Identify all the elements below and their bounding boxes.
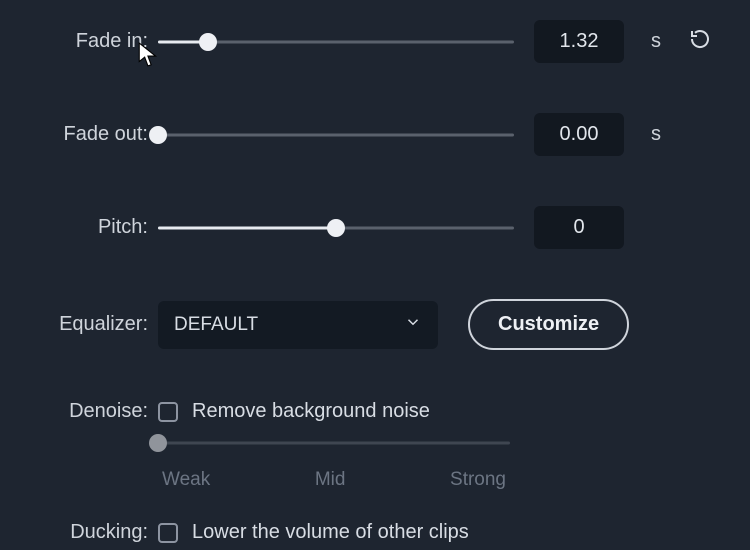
ducking-row: Ducking: Lower the volume of other clips	[0, 521, 720, 544]
tick-weak: Weak	[162, 469, 210, 491]
fade-in-label: Fade in:	[0, 30, 158, 53]
denoise-label: Denoise:	[0, 400, 158, 423]
denoise-checkbox[interactable]	[158, 402, 178, 422]
fade-out-thumb[interactable]	[149, 126, 167, 144]
pitch-thumb[interactable]	[327, 219, 345, 237]
audio-panel: Fade in: 1.32 s Fade out: 0.	[0, 0, 750, 544]
fade-in-value[interactable]: 1.32	[534, 20, 624, 63]
fade-in-slider-col: 1.32 s	[158, 20, 720, 63]
denoise-ticks: Weak Mid Strong	[158, 469, 510, 491]
ducking-checkbox-label: Lower the volume of other clips	[192, 521, 469, 544]
fade-out-slider[interactable]	[158, 125, 514, 145]
equalizer-row: Equalizer: DEFAULT Customize	[0, 299, 720, 350]
tick-mid: Mid	[315, 469, 346, 491]
equalizer-dropdown[interactable]: DEFAULT	[158, 301, 438, 349]
pitch-row: Pitch: 0	[0, 206, 720, 249]
denoise-strength: Weak Mid Strong	[158, 433, 510, 491]
fade-in-thumb[interactable]	[199, 33, 217, 51]
denoise-slider[interactable]	[158, 433, 510, 453]
fade-out-value[interactable]: 0.00	[534, 113, 624, 156]
ducking-checkbox[interactable]	[158, 523, 178, 543]
denoise-row: Denoise: Remove background noise	[0, 400, 720, 423]
pitch-slider-col: 0	[158, 206, 720, 249]
pitch-slider[interactable]	[158, 218, 514, 238]
fade-in-slider[interactable]	[158, 32, 514, 52]
fade-out-label: Fade out:	[0, 123, 158, 146]
chevron-down-icon	[404, 313, 422, 337]
equalizer-selected: DEFAULT	[174, 314, 258, 336]
customize-button[interactable]: Customize	[468, 299, 629, 350]
equalizer-label: Equalizer:	[0, 313, 158, 336]
pitch-value[interactable]: 0	[534, 206, 624, 249]
fade-out-unit: s	[636, 123, 676, 146]
denoise-checkbox-label: Remove background noise	[192, 400, 430, 423]
tick-strong: Strong	[450, 469, 506, 491]
ducking-label: Ducking:	[0, 521, 158, 544]
fade-out-row: Fade out: 0.00 s	[0, 113, 720, 156]
denoise-thumb[interactable]	[149, 434, 167, 452]
reset-icon[interactable]	[688, 27, 712, 57]
fade-out-slider-col: 0.00 s	[158, 113, 720, 156]
fade-in-row: Fade in: 1.32 s	[0, 20, 720, 63]
pitch-label: Pitch:	[0, 216, 158, 239]
fade-in-unit: s	[636, 30, 676, 53]
